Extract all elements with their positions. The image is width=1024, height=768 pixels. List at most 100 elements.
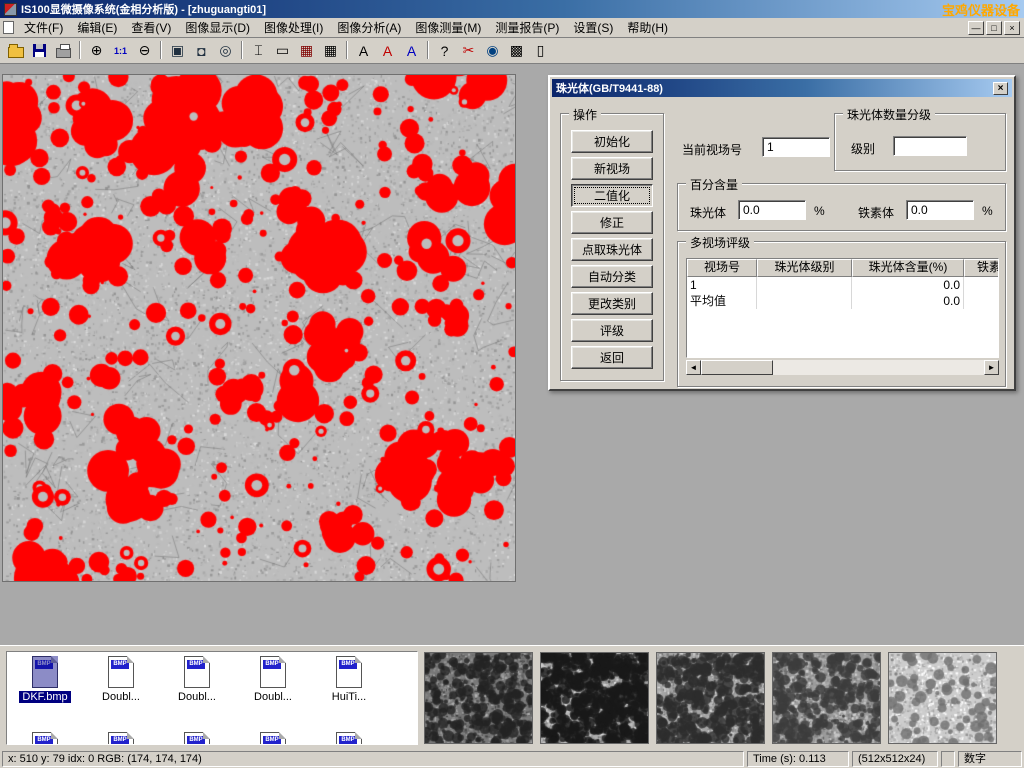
dialog-close-button[interactable]: × xyxy=(993,82,1008,95)
current-field-input[interactable] xyxy=(762,137,830,157)
file-item-partial[interactable]: BMP xyxy=(83,732,159,745)
thumbnail-4[interactable] xyxy=(772,652,881,744)
ferrite-percent-input[interactable] xyxy=(906,200,974,220)
file-list[interactable]: BMPDKF.bmpBMPDoubl...BMPDoubl...BMPDoubl… xyxy=(6,651,418,745)
table-body: 10.0平均值0.0 xyxy=(687,277,998,309)
pearlite-percent-input[interactable] xyxy=(738,200,806,220)
file-item-Doubl...[interactable]: BMPDoubl... xyxy=(83,656,159,703)
display-icon[interactable]: ▣ xyxy=(166,40,189,62)
file-item-partial[interactable]: BMP xyxy=(311,732,387,745)
table-header-row: 视场号珠光体级别珠光体含量(%)铁素 xyxy=(687,259,998,277)
grid-icon[interactable]: ▦ xyxy=(319,40,342,62)
menu-item-1[interactable]: 编辑(E) xyxy=(70,17,124,38)
vruler-icon[interactable]: ▯ xyxy=(529,40,552,62)
metallograph-image[interactable] xyxy=(2,74,516,582)
actual-size-icon[interactable]: 1:1 xyxy=(109,40,132,62)
table-cell: 0.0 xyxy=(852,293,964,309)
page-fold-icon xyxy=(203,656,210,663)
capture-icon[interactable]: ◎ xyxy=(214,40,237,62)
text-red-icon[interactable]: A xyxy=(376,40,399,62)
file-item-partial[interactable]: BMP xyxy=(159,732,235,745)
menu-item-6[interactable]: 图像测量(M) xyxy=(408,17,488,38)
text-icon[interactable]: A xyxy=(352,40,375,62)
percent-group: 百分含量 珠光体 % 铁素体 % xyxy=(677,183,1006,231)
op-button-4[interactable]: 点取珠光体 xyxy=(571,238,653,261)
grid-small-icon[interactable]: ▩ xyxy=(505,40,528,62)
bmp-file-icon: BMP xyxy=(32,656,58,688)
child-restore-button[interactable]: □ xyxy=(986,21,1002,35)
multifield-group: 多视场评级 视场号珠光体级别珠光体含量(%)铁素 10.0平均值0.0 ◄ ► xyxy=(677,241,1006,387)
zoom-out-icon[interactable]: ⊖ xyxy=(133,40,156,62)
file-item-Doubl...[interactable]: BMPDoubl... xyxy=(235,656,311,703)
pearlite-label: 珠光体 xyxy=(690,204,726,221)
table-header-1[interactable]: 珠光体级别 xyxy=(757,259,852,277)
menu-item-0[interactable]: 文件(F) xyxy=(17,17,70,38)
cut-icon[interactable]: ✂ xyxy=(457,40,480,62)
thumbnail-3[interactable] xyxy=(656,652,765,744)
menu-item-9[interactable]: 帮助(H) xyxy=(620,17,675,38)
menu-item-4[interactable]: 图像处理(I) xyxy=(257,17,330,38)
menu-item-5[interactable]: 图像分析(A) xyxy=(330,17,408,38)
help-icon[interactable]: ? xyxy=(433,40,456,62)
page-fold-icon xyxy=(51,732,58,739)
table-row[interactable]: 10.0 xyxy=(687,277,998,293)
op-button-5[interactable]: 自动分类 xyxy=(571,265,653,288)
report-table-icon[interactable]: ▦ xyxy=(295,40,318,62)
menu-item-2[interactable]: 查看(V) xyxy=(124,17,178,38)
thumbnail-5[interactable] xyxy=(888,652,997,744)
table-horizontal-scrollbar[interactable]: ◄ ► xyxy=(686,360,999,375)
scroll-left-icon[interactable]: ◄ xyxy=(686,360,701,375)
menu-item-7[interactable]: 测量报告(P) xyxy=(488,17,566,38)
op-button-1[interactable]: 新视场 xyxy=(571,157,653,180)
table-header-3[interactable]: 铁素 xyxy=(964,259,999,277)
bmp-file-icon: BMP xyxy=(336,732,362,745)
table-cell xyxy=(964,293,999,309)
file-item-partial[interactable]: BMP xyxy=(7,732,83,745)
file-item-partial[interactable]: BMP xyxy=(235,732,311,745)
table-cell: 1 xyxy=(687,277,757,293)
child-minimize-button[interactable]: — xyxy=(968,21,984,35)
print-icon[interactable] xyxy=(52,40,75,62)
open-icon[interactable] xyxy=(4,40,27,62)
child-window-controls: — □ × xyxy=(968,21,1024,35)
operations-buttons: 初始化新视场二值化修正点取珠光体自动分类更改类别评级返回 xyxy=(561,114,663,369)
op-button-7[interactable]: 评级 xyxy=(571,319,653,342)
dialog-title-bar[interactable]: 珠光体(GB/T9441-88) × xyxy=(552,79,1012,97)
camera-icon[interactable]: ◘ xyxy=(190,40,213,62)
menu-item-3[interactable]: 图像显示(D) xyxy=(178,17,257,38)
op-button-6[interactable]: 更改类别 xyxy=(571,292,653,315)
table-header-0[interactable]: 视场号 xyxy=(687,259,757,277)
scrollbar-thumb[interactable] xyxy=(701,360,773,375)
op-button-2[interactable]: 二值化 xyxy=(571,184,653,207)
child-close-button[interactable]: × xyxy=(1004,21,1020,35)
save-icon[interactable] xyxy=(28,40,51,62)
title-bar: IS100显微摄像系统(金相分析版) - [zhuguangti01] 宝鸡仪器… xyxy=(0,0,1024,18)
table-header-2[interactable]: 珠光体含量(%) xyxy=(852,259,964,277)
preview-icon[interactable]: ◉ xyxy=(481,40,504,62)
scroll-right-icon[interactable]: ► xyxy=(984,360,999,375)
page-fold-icon xyxy=(279,656,286,663)
multifield-table[interactable]: 视场号珠光体级别珠光体含量(%)铁素 10.0平均值0.0 xyxy=(686,258,999,358)
zoom-in-icon[interactable]: ⊕ xyxy=(85,40,108,62)
op-button-8[interactable]: 返回 xyxy=(571,346,653,369)
app-icon xyxy=(4,3,17,16)
toolbar-separator xyxy=(76,41,84,61)
caliper-icon[interactable]: ⌶ xyxy=(247,40,270,62)
file-item-DKF.bmp[interactable]: BMPDKF.bmp xyxy=(7,656,83,703)
page-fold-icon xyxy=(127,656,134,663)
thumbnail-strip xyxy=(424,652,997,744)
scrollbar-track[interactable] xyxy=(773,360,984,375)
grade-input[interactable] xyxy=(893,136,967,156)
op-button-3[interactable]: 修正 xyxy=(571,211,653,234)
thumbnail-1[interactable] xyxy=(424,652,533,744)
file-item-Doubl...[interactable]: BMPDoubl... xyxy=(159,656,235,703)
menu-item-8[interactable]: 设置(S) xyxy=(566,17,620,38)
ruler-icon[interactable]: ▭ xyxy=(271,40,294,62)
file-item-HuiTi...[interactable]: BMPHuiTi... xyxy=(311,656,387,703)
text-blue-icon[interactable]: A xyxy=(400,40,423,62)
child-document-icon[interactable] xyxy=(3,21,14,34)
table-row[interactable]: 平均值0.0 xyxy=(687,293,998,309)
op-button-0[interactable]: 初始化 xyxy=(571,130,653,153)
file-name: Doubl... xyxy=(99,691,143,703)
thumbnail-2[interactable] xyxy=(540,652,649,744)
